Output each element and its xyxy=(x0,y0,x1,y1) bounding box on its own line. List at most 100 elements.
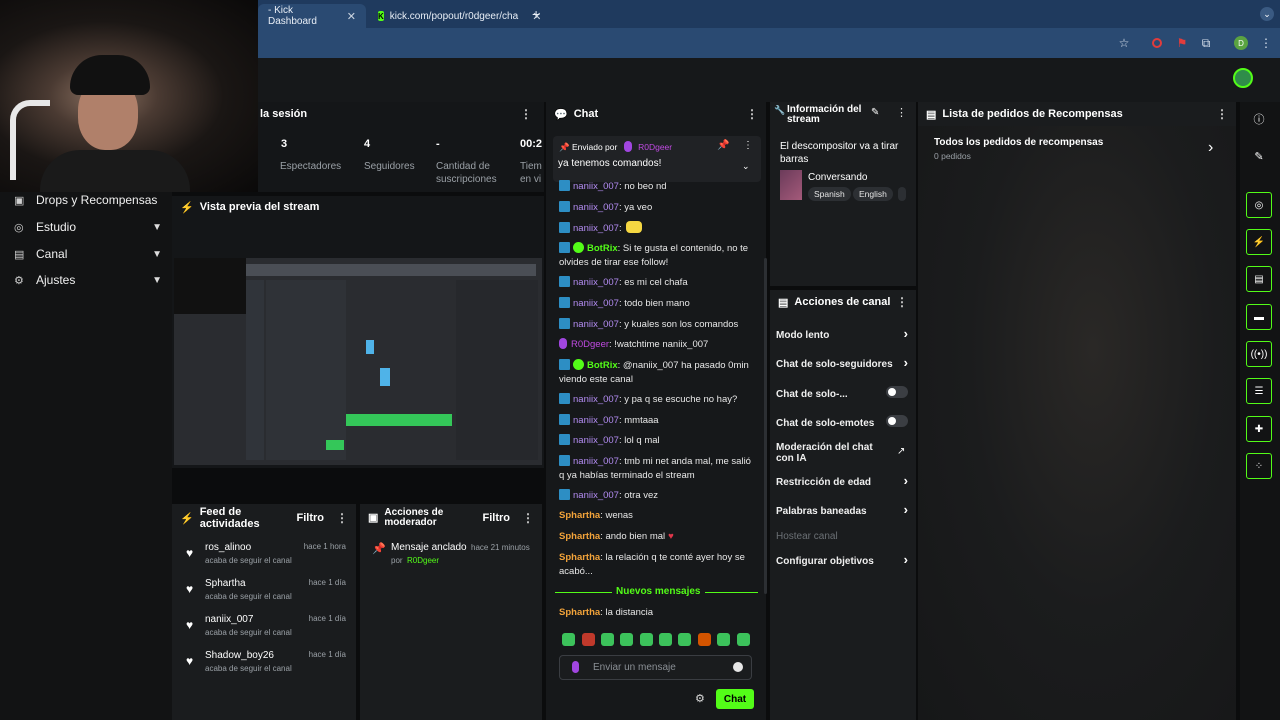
emote-icon[interactable] xyxy=(717,633,730,646)
sidebar-item-estudio[interactable]: ◎ Estudio ▼ xyxy=(14,217,162,237)
chat-username[interactable]: Sphartha xyxy=(559,607,600,618)
channel-action-goals[interactable]: Configurar objetivos › xyxy=(776,553,910,567)
tab-kick-popout[interactable]: K kick.com/popout/r0dgeer/cha ✕ xyxy=(368,4,541,28)
tag-pill-overflow[interactable] xyxy=(898,187,906,201)
more-options-icon[interactable]: ⋮ xyxy=(1216,107,1228,121)
channel-action-slow-mode[interactable]: Modo lento › xyxy=(776,327,910,341)
list-icon: ▤ xyxy=(926,108,937,121)
subs-only-toggle[interactable] xyxy=(886,386,908,398)
feed-user[interactable]: ros_alinoo xyxy=(205,542,251,553)
emote-icon[interactable] xyxy=(582,633,595,646)
tag-pill[interactable]: Spanish xyxy=(808,187,851,201)
chevron-right-icon[interactable]: › xyxy=(1208,139,1213,157)
tab-search-icon[interactable]: ⌄ xyxy=(1260,7,1274,21)
new-messages-label[interactable]: Nuevos mensajes xyxy=(612,586,705,597)
feed-user[interactable]: Shadow_boy26 xyxy=(205,650,274,661)
external-link-icon[interactable]: ↗ xyxy=(897,446,905,457)
chat-username[interactable]: naniix_007 xyxy=(573,277,619,288)
chat-username[interactable]: Sphartha xyxy=(559,552,600,563)
emotes-only-toggle[interactable] xyxy=(886,415,908,427)
emote-icon[interactable] xyxy=(562,633,575,646)
document-icon[interactable]: ▤ xyxy=(1246,266,1272,292)
emote-icon[interactable] xyxy=(737,633,750,646)
chevron-down-icon[interactable]: ⌄ xyxy=(742,161,750,172)
sidebar-item-canal[interactable]: ▤ Canal ▼ xyxy=(14,244,162,264)
pin-icon[interactable]: 📌 xyxy=(717,140,729,151)
channel-action-ai-moderation[interactable]: Moderación del chat con IA xyxy=(776,442,888,464)
rewards-all-label[interactable]: Todos los pedidos de recompensas xyxy=(934,137,1103,148)
chat-username[interactable]: BotRix xyxy=(587,360,618,371)
extension-red-icon[interactable]: ⚑ xyxy=(1175,36,1189,50)
user-avatar[interactable] xyxy=(1233,68,1253,88)
chat-username[interactable]: naniix_007 xyxy=(573,415,619,426)
broadcast-icon[interactable]: ((•)) xyxy=(1246,341,1272,367)
more-options-icon[interactable]: ⋮ xyxy=(896,295,908,309)
browser-menu-icon[interactable]: ⋮ xyxy=(1259,36,1273,50)
chat-username[interactable]: naniix_007 xyxy=(573,223,619,234)
record-extension-icon[interactable] xyxy=(1150,36,1164,50)
sidebar-item-drops[interactable]: ▣ Drops y Recompensas xyxy=(14,190,162,210)
more-options-icon[interactable]: ⋮ xyxy=(336,511,348,525)
pinned-message[interactable]: 📌 Enviado por R0Dgeer ya tenemos comando… xyxy=(553,136,761,182)
pinned-user[interactable]: R0Dgeer xyxy=(638,142,672,152)
focus-icon[interactable]: ◎ xyxy=(1246,192,1272,218)
chat-username[interactable]: naniix_007 xyxy=(573,456,619,467)
feed-user[interactable]: naniix_007 xyxy=(205,614,253,625)
chat-send-button[interactable]: Chat xyxy=(716,689,754,709)
modaction-user[interactable]: R0Dgeer xyxy=(407,556,439,565)
chat-username[interactable]: Sphartha xyxy=(559,510,600,521)
chat-username[interactable]: naniix_007 xyxy=(573,181,619,192)
list-icon[interactable]: ☰ xyxy=(1246,378,1272,404)
tab-close-icon[interactable]: ✕ xyxy=(347,10,356,23)
emote-icon[interactable] xyxy=(698,633,711,646)
chat-username[interactable]: naniix_007 xyxy=(573,298,619,309)
chat-username[interactable]: BotRix xyxy=(587,243,618,254)
apps-icon[interactable]: ⁘ xyxy=(1246,453,1272,479)
emote-icon[interactable] xyxy=(678,633,691,646)
tag-pill[interactable]: English xyxy=(853,187,893,201)
emote-icon[interactable] xyxy=(659,633,672,646)
bolt-icon[interactable]: ⚡ xyxy=(1246,229,1272,255)
emote-icon[interactable] xyxy=(601,633,614,646)
category-thumbnail[interactable] xyxy=(780,170,802,200)
stream-preview-video[interactable] xyxy=(174,258,542,465)
channel-action-followers-only[interactable]: Chat de solo-seguidores › xyxy=(776,356,910,370)
sidebar-item-ajustes[interactable]: ⚙ Ajustes ▼ xyxy=(14,270,162,290)
emote-icon[interactable] xyxy=(640,633,653,646)
chat-username[interactable]: naniix_007 xyxy=(573,202,619,213)
more-options-icon[interactable]: ⋮ xyxy=(746,107,758,121)
emote-icon[interactable] xyxy=(620,633,633,646)
star-icon[interactable]: ☆ xyxy=(1117,36,1131,50)
extensions-icon[interactable]: ⧉ xyxy=(1199,36,1213,50)
chat-username[interactable]: naniix_007 xyxy=(573,394,619,405)
chat-scrollbar[interactable] xyxy=(764,258,767,594)
chat-username[interactable]: naniix_007 xyxy=(573,490,619,501)
channel-action-emotes-only[interactable]: Chat de solo-emotes xyxy=(776,415,910,429)
more-options-icon[interactable]: ⋮ xyxy=(743,140,753,151)
edit-pencil-icon[interactable]: ✎ xyxy=(1246,143,1272,169)
feed-filter-button[interactable]: Filtro xyxy=(297,512,325,524)
emoji-icon[interactable] xyxy=(733,662,743,672)
wrench-icon[interactable]: ✚ xyxy=(1246,416,1272,442)
more-options-icon[interactable]: ⋮ xyxy=(520,107,532,121)
channel-action-age-restriction[interactable]: Restricción de edad › xyxy=(776,474,910,488)
edit-pencil-icon[interactable]: ✎ xyxy=(871,107,879,118)
chat-settings-gear-icon[interactable]: ⚙ xyxy=(695,692,705,705)
new-tab-button[interactable]: + xyxy=(532,6,540,22)
info-icon[interactable]: ⓘ xyxy=(1246,106,1272,132)
chat-username[interactable]: R0Dgeer xyxy=(571,339,609,350)
more-options-icon[interactable]: ⋮ xyxy=(896,106,907,119)
chat-username[interactable]: naniix_007 xyxy=(573,319,619,330)
chat-username[interactable]: naniix_007 xyxy=(573,435,619,446)
more-options-icon[interactable]: ⋮ xyxy=(522,512,534,524)
tab-kick-dashboard[interactable]: - Kick Dashboard ✕ xyxy=(258,4,366,28)
stream-category[interactable]: Conversando xyxy=(808,172,867,183)
chat-username[interactable]: Sphartha xyxy=(559,531,600,542)
channel-action-subs-only[interactable]: Chat de solo-... xyxy=(776,386,910,400)
modactions-filter-button[interactable]: Filtro xyxy=(483,513,511,524)
chat-bubble-icon[interactable]: ▬ xyxy=(1246,304,1272,330)
channel-action-banned-words[interactable]: Palabras baneadas › xyxy=(776,503,910,517)
chat-input[interactable]: Enviar un mensaje xyxy=(559,655,752,680)
profile-avatar-icon[interactable]: D xyxy=(1234,36,1248,50)
feed-user[interactable]: Sphartha xyxy=(205,578,246,589)
